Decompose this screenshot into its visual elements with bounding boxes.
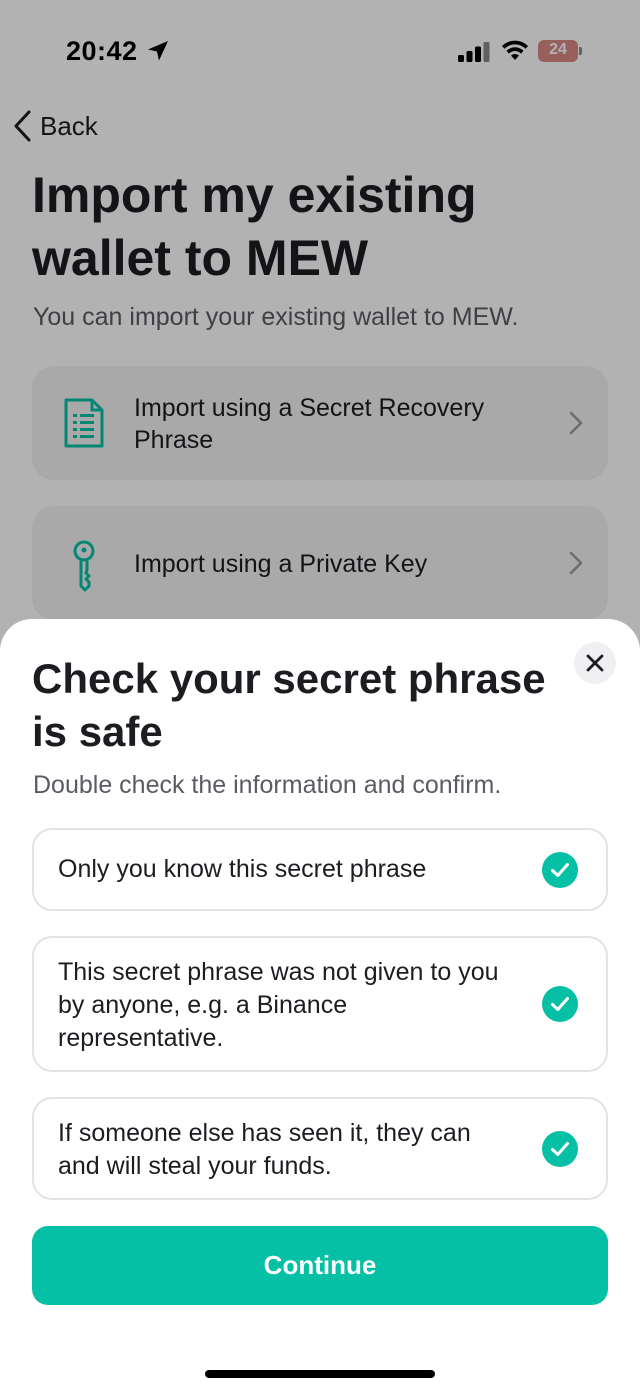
confirmation-text: Only you know this secret phrase xyxy=(58,855,427,883)
continue-button[interactable]: Continue xyxy=(32,1226,608,1305)
confirmation-item[interactable]: This secret phrase was not given to you … xyxy=(32,936,608,1072)
close-button[interactable] xyxy=(574,642,616,684)
sheet-subtitle: Double check the information and confirm… xyxy=(33,771,502,799)
checkmark-circle-icon[interactable] xyxy=(542,986,578,1022)
sheet-title: Check your secret phrase is safe xyxy=(32,655,546,755)
confirmation-item[interactable]: Only you know this secret phrase xyxy=(32,828,608,911)
checkmark-circle-icon[interactable] xyxy=(542,852,578,888)
continue-label: Continue xyxy=(263,1250,377,1280)
confirmation-text: If someone else has seen it, they can an… xyxy=(58,1119,471,1180)
confirmation-text: This secret phrase was not given to you … xyxy=(58,958,499,1052)
close-icon xyxy=(586,654,604,672)
checkmark-circle-icon[interactable] xyxy=(542,1131,578,1167)
confirmation-item[interactable]: If someone else has seen it, they can an… xyxy=(32,1097,608,1200)
home-indicator[interactable] xyxy=(205,1370,435,1378)
